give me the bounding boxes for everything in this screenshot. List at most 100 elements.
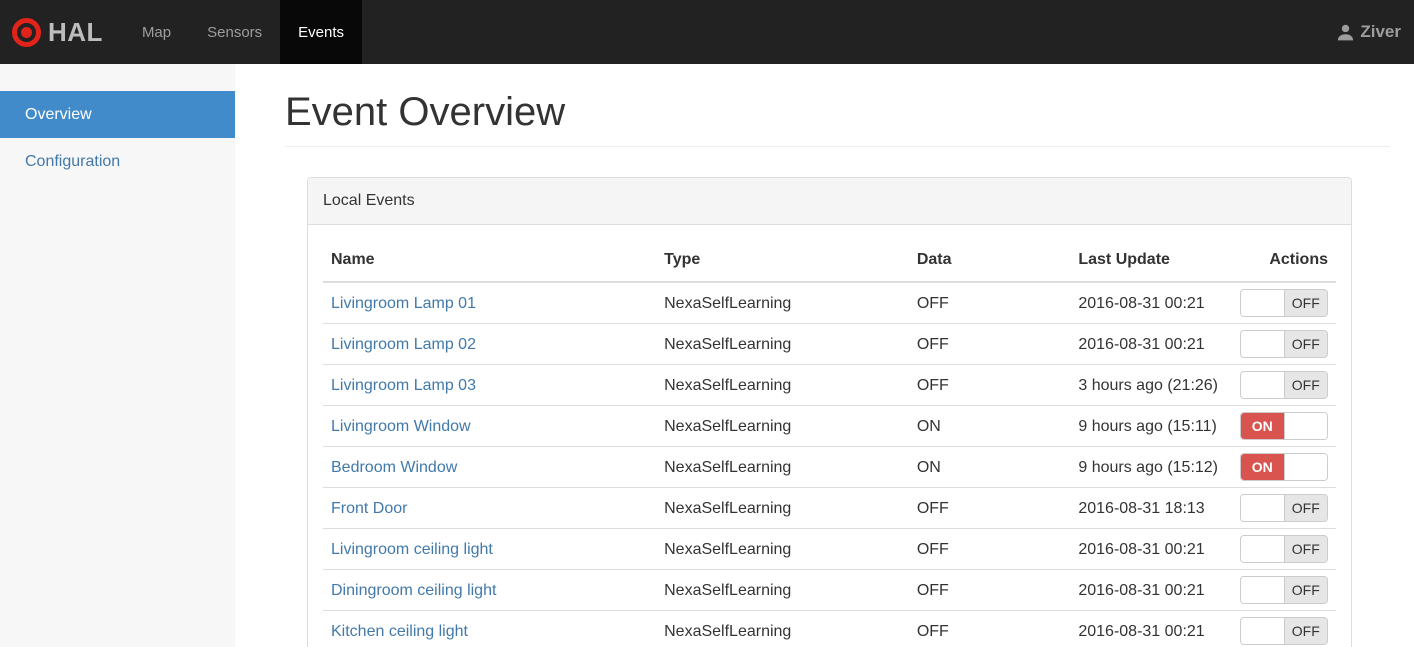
toggle-switch-off[interactable]: OFF (1240, 330, 1328, 358)
cell-last-update: 2016-08-31 00:21 (1070, 323, 1232, 365)
toggle-handle (1241, 331, 1285, 357)
cell-last-update: 2016-08-31 00:21 (1070, 569, 1232, 611)
toggle-switch-off[interactable]: OFF (1240, 371, 1328, 399)
cell-data: OFF (908, 364, 1071, 406)
column-header-actions: Actions (1231, 240, 1336, 283)
device-link[interactable]: Diningroom ceiling light (331, 582, 496, 599)
device-link[interactable]: Livingroom Lamp 03 (331, 377, 476, 394)
cell-actions: OFF (1231, 364, 1336, 406)
cell-name: Livingroom Lamp 02 (323, 323, 657, 365)
table-row: Livingroom Lamp 02 NexaSelfLearning OFF 201… (323, 323, 1336, 365)
cell-data: OFF (908, 487, 1071, 529)
device-link[interactable]: Front Door (331, 500, 407, 517)
toggle-label: OFF (1284, 495, 1327, 521)
toggle-label: OFF (1284, 331, 1327, 357)
device-link[interactable]: Livingroom Window (331, 418, 471, 435)
column-header-data: Data (908, 240, 1071, 283)
table-row: Livingroom Lamp 03 NexaSelfLearning OFF 3 h… (323, 364, 1336, 406)
cell-name: Livingroom Lamp 03 (323, 364, 657, 406)
cell-actions: ON (1231, 446, 1336, 488)
cell-data: OFF (908, 323, 1071, 365)
cell-last-update: 9 hours ago (15:12) (1070, 446, 1232, 488)
sidebar-item-overview[interactable]: Overview (0, 91, 235, 138)
column-header-last-update: Last Update (1070, 240, 1232, 283)
cell-data: ON (908, 405, 1071, 447)
device-link[interactable]: Livingroom ceiling light (331, 541, 493, 558)
toggle-label: OFF (1284, 536, 1327, 562)
toggle-handle (1241, 495, 1285, 521)
toggle-handle (1241, 618, 1285, 644)
device-link[interactable]: Livingroom Lamp 01 (331, 295, 476, 312)
cell-type: NexaSelfLearning (656, 282, 909, 324)
cell-name: Livingroom Lamp 01 (323, 282, 657, 324)
cell-actions: ON (1231, 405, 1336, 447)
nav-item-events[interactable]: Events (280, 0, 363, 64)
brand-label: HAL (48, 16, 103, 47)
table-row: Livingroom Window NexaSelfLearning ON 9 hou… (323, 405, 1336, 447)
toggle-label: OFF (1284, 372, 1327, 398)
cell-name: Bedroom Window (323, 446, 657, 488)
cell-name: Diningroom ceiling light (323, 569, 657, 611)
table-row: Bedroom Window NexaSelfLearning ON 9 hours … (323, 446, 1336, 488)
toggle-handle (1241, 290, 1285, 316)
events-table-body: Livingroom Lamp 01 NexaSelfLearning OFF 201… (323, 282, 1336, 647)
toggle-handle (1283, 454, 1327, 480)
toggle-label: OFF (1284, 618, 1327, 644)
toggle-switch-off[interactable]: OFF (1240, 494, 1328, 522)
navbar-spacer (362, 0, 1323, 64)
toggle-switch-off[interactable]: OFF (1240, 576, 1328, 604)
toggle-handle (1241, 577, 1285, 603)
table-row: Kitchen ceiling light NexaSelfLearning OFF… (323, 610, 1336, 647)
sidebar-item-configuration[interactable]: Configuration (0, 138, 235, 185)
cell-last-update: 9 hours ago (15:11) (1070, 405, 1232, 447)
nav-item-sensors[interactable]: Sensors (189, 0, 280, 64)
toggle-switch-on[interactable]: ON (1240, 412, 1328, 440)
sidebar: Overview Configuration (0, 64, 235, 647)
toggle-label: OFF (1284, 577, 1327, 603)
cell-type: NexaSelfLearning (656, 364, 909, 406)
toggle-handle (1283, 413, 1327, 439)
table-row: Diningroom ceiling light NexaSelfLearning… (323, 569, 1336, 611)
user-menu[interactable]: Ziver (1323, 0, 1414, 64)
local-events-panel: Local Events Name Type Data Last Update (307, 177, 1352, 647)
cell-last-update: 2016-08-31 18:13 (1070, 487, 1232, 529)
cell-actions: OFF (1231, 323, 1336, 365)
toggle-switch-off[interactable]: OFF (1240, 617, 1328, 645)
user-name: Ziver (1360, 22, 1401, 41)
person-icon (1338, 24, 1354, 40)
column-header-name: Name (323, 240, 657, 283)
toggle-switch-on[interactable]: ON (1240, 453, 1328, 481)
nav-item-map[interactable]: Map (124, 0, 189, 64)
table-row: Livingroom ceiling light NexaSelfLearning… (323, 528, 1336, 570)
cell-type: NexaSelfLearning (656, 528, 909, 570)
cell-data: ON (908, 446, 1071, 488)
device-link[interactable]: Bedroom Window (331, 459, 457, 476)
brand[interactable]: HAL (0, 0, 103, 64)
toggle-switch-off[interactable]: OFF (1240, 289, 1328, 317)
cell-actions: OFF (1231, 282, 1336, 324)
cell-type: NexaSelfLearning (656, 610, 909, 647)
cell-data: OFF (908, 610, 1071, 647)
toggle-handle (1241, 372, 1285, 398)
top-navbar: HAL Map Sensors Events Ziver (0, 0, 1414, 64)
cell-last-update: 3 hours ago (21:26) (1070, 364, 1232, 406)
cell-type: NexaSelfLearning (656, 405, 909, 447)
toggle-handle (1241, 536, 1285, 562)
column-header-type: Type (656, 240, 909, 283)
toggle-label: ON (1241, 454, 1284, 480)
toggle-switch-off[interactable]: OFF (1240, 535, 1328, 563)
device-link[interactable]: Livingroom Lamp 02 (331, 336, 476, 353)
events-table: Name Type Data Last Update Actions Livin… (323, 240, 1336, 647)
cell-data: OFF (908, 569, 1071, 611)
cell-last-update: 2016-08-31 00:21 (1070, 528, 1232, 570)
cell-actions: OFF (1231, 528, 1336, 570)
cell-actions: OFF (1231, 610, 1336, 647)
cell-name: Livingroom ceiling light (323, 528, 657, 570)
device-link[interactable]: Kitchen ceiling light (331, 623, 468, 640)
title-divider (285, 146, 1390, 147)
cell-last-update: 2016-08-31 00:21 (1070, 610, 1232, 647)
cell-type: NexaSelfLearning (656, 487, 909, 529)
cell-actions: OFF (1231, 569, 1336, 611)
cell-type: NexaSelfLearning (656, 446, 909, 488)
cell-data: OFF (908, 282, 1071, 324)
